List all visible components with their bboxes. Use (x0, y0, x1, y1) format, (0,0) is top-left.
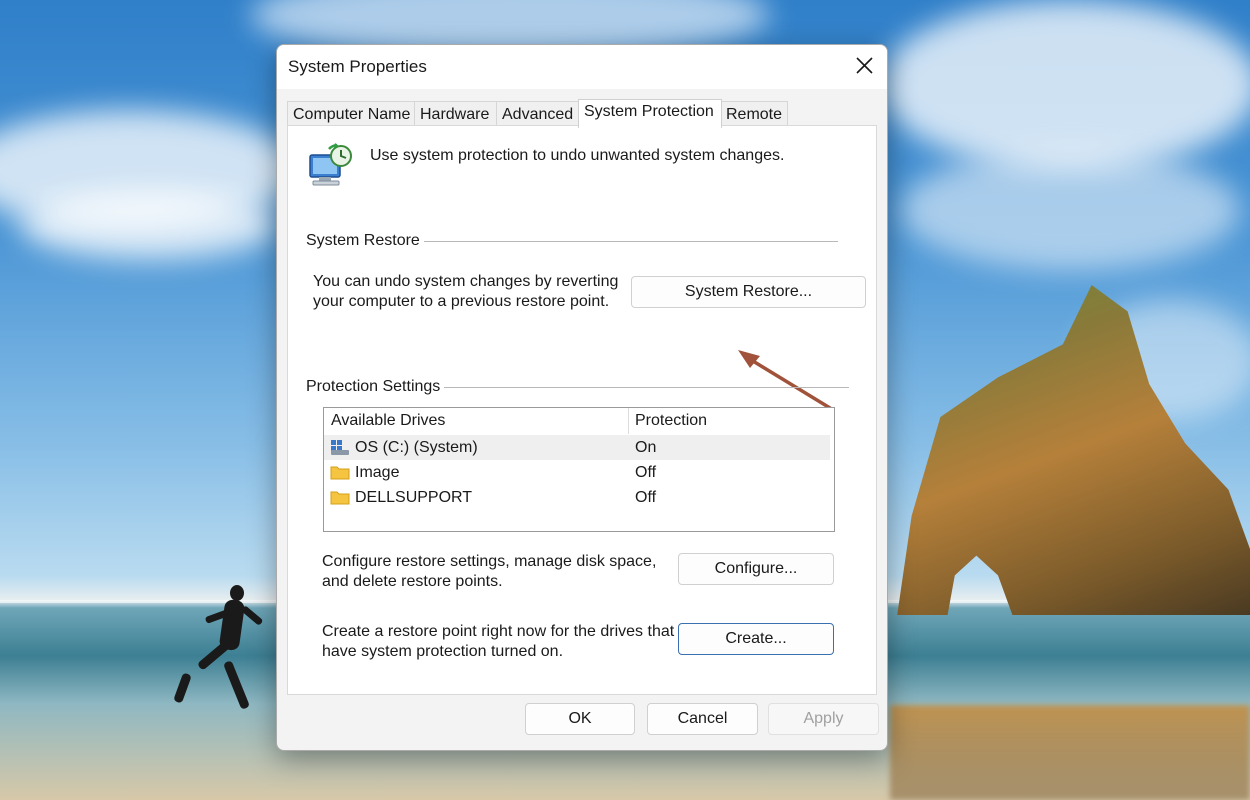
system-protection-panel: Use system protection to undo unwanted s… (287, 125, 877, 695)
dialog-footer: OK Cancel Apply (277, 694, 887, 750)
system-restore-group-label: System Restore (306, 232, 424, 250)
tab-hardware[interactable]: Hardware (414, 101, 497, 126)
drives-table[interactable]: Available Drives Protection OS (C:) (Sys… (323, 407, 835, 532)
drive-name: OS (C:) (System) (355, 439, 478, 456)
drive-row-image[interactable]: Image Off (324, 460, 830, 485)
close-icon (856, 57, 873, 74)
drive-row-os-c[interactable]: OS (C:) (System) On (324, 435, 830, 460)
system-drive-icon (331, 440, 349, 455)
folder-drive-icon (330, 491, 350, 505)
configure-button[interactable]: Configure... (678, 553, 834, 585)
column-header-available-drives[interactable]: Available Drives (331, 408, 445, 434)
system-restore-button[interactable]: System Restore... (631, 276, 866, 308)
title-bar[interactable]: System Properties (277, 45, 887, 89)
system-protection-icon (309, 143, 352, 186)
ok-button[interactable]: OK (525, 703, 635, 735)
close-button[interactable] (841, 45, 887, 85)
system-restore-description: You can undo system changes by reverting… (313, 273, 619, 310)
intro-text: Use system protection to undo unwanted s… (370, 147, 785, 164)
drive-name: DELLSUPPORT (355, 489, 473, 506)
window-title: System Properties (288, 57, 427, 76)
cancel-button[interactable]: Cancel (647, 703, 758, 735)
folder-drive-icon (330, 466, 350, 480)
protection-settings-group-label: Protection Settings (306, 378, 445, 396)
tab-system-protection[interactable]: System Protection (578, 99, 722, 128)
create-button[interactable]: Create... (678, 623, 834, 655)
tab-advanced[interactable]: Advanced (496, 101, 581, 126)
annotation-arrow (738, 350, 832, 410)
drive-row-dellsupport[interactable]: DELLSUPPORT Off (324, 485, 830, 510)
apply-button[interactable]: Apply (768, 703, 879, 735)
tab-computer-name[interactable]: Computer Name (287, 101, 415, 126)
drive-protection-status: On (635, 439, 657, 456)
configure-description: Configure restore settings, manage disk … (322, 553, 657, 590)
system-properties-dialog: System Properties Computer Name Hardware… (276, 44, 888, 751)
drive-protection-status: Off (635, 464, 657, 481)
drive-name: Image (355, 464, 400, 481)
column-header-protection[interactable]: Protection (635, 408, 707, 434)
drive-protection-status: Off (635, 489, 657, 506)
create-description: Create a restore point right now for the… (322, 623, 675, 660)
tab-remote[interactable]: Remote (720, 101, 788, 126)
